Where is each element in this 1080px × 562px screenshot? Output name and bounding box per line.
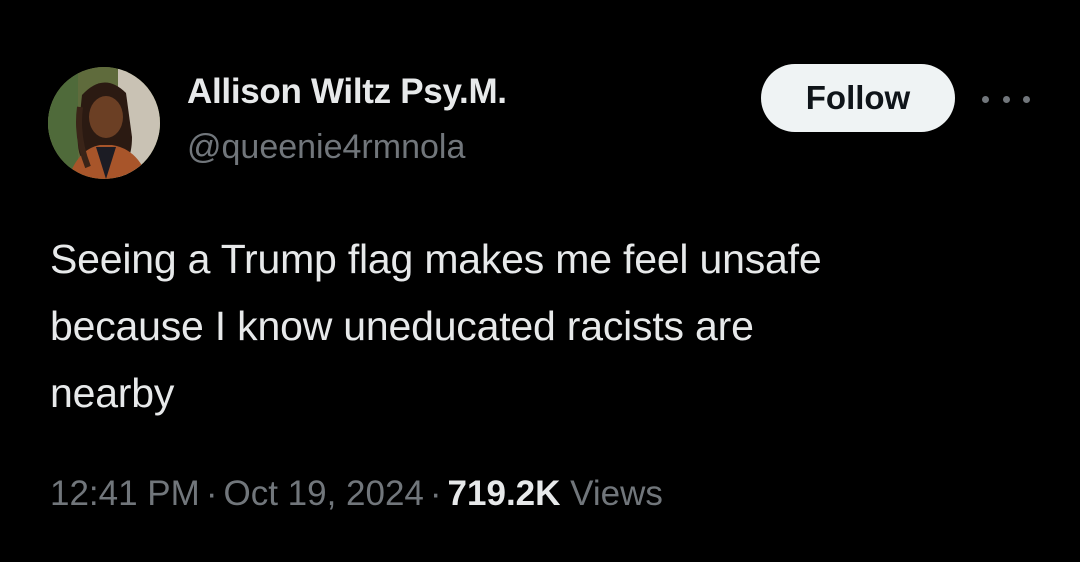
- tweet-date[interactable]: Oct 19, 2024: [223, 474, 423, 513]
- tweet-text: Seeing a Trump flag makes me feel unsafe…: [50, 226, 1040, 427]
- tweet-time[interactable]: 12:41 PM: [50, 474, 200, 513]
- tweet-card: Allison Wiltz Psy.M. @queenie4rmnola Fol…: [0, 0, 1080, 562]
- tweet-text-line: because I know uneducated racists are: [50, 303, 754, 349]
- meta-separator: ·: [429, 474, 442, 513]
- more-dot: [1023, 95, 1030, 103]
- author-display-name[interactable]: Allison Wiltz Psy.M.: [187, 72, 507, 112]
- views-count[interactable]: 719.2K: [448, 474, 561, 513]
- meta-separator: ·: [205, 474, 218, 513]
- tweet-meta: 12:41 PM · Oct 19, 2024 · 719.2K Views: [50, 474, 663, 514]
- avatar-photo: [48, 67, 160, 179]
- views-label[interactable]: Views: [570, 474, 663, 513]
- avatar[interactable]: [48, 67, 160, 179]
- tweet-text-line: nearby: [50, 370, 175, 416]
- more-dot: [1002, 95, 1010, 103]
- follow-button[interactable]: Follow: [761, 64, 955, 132]
- more-horizontal-icon[interactable]: [982, 88, 1030, 110]
- tweet-text-line: Seeing a Trump flag makes me feel unsafe: [50, 236, 822, 282]
- author-handle[interactable]: @queenie4rmnola: [187, 128, 465, 167]
- more-dot: [982, 95, 989, 103]
